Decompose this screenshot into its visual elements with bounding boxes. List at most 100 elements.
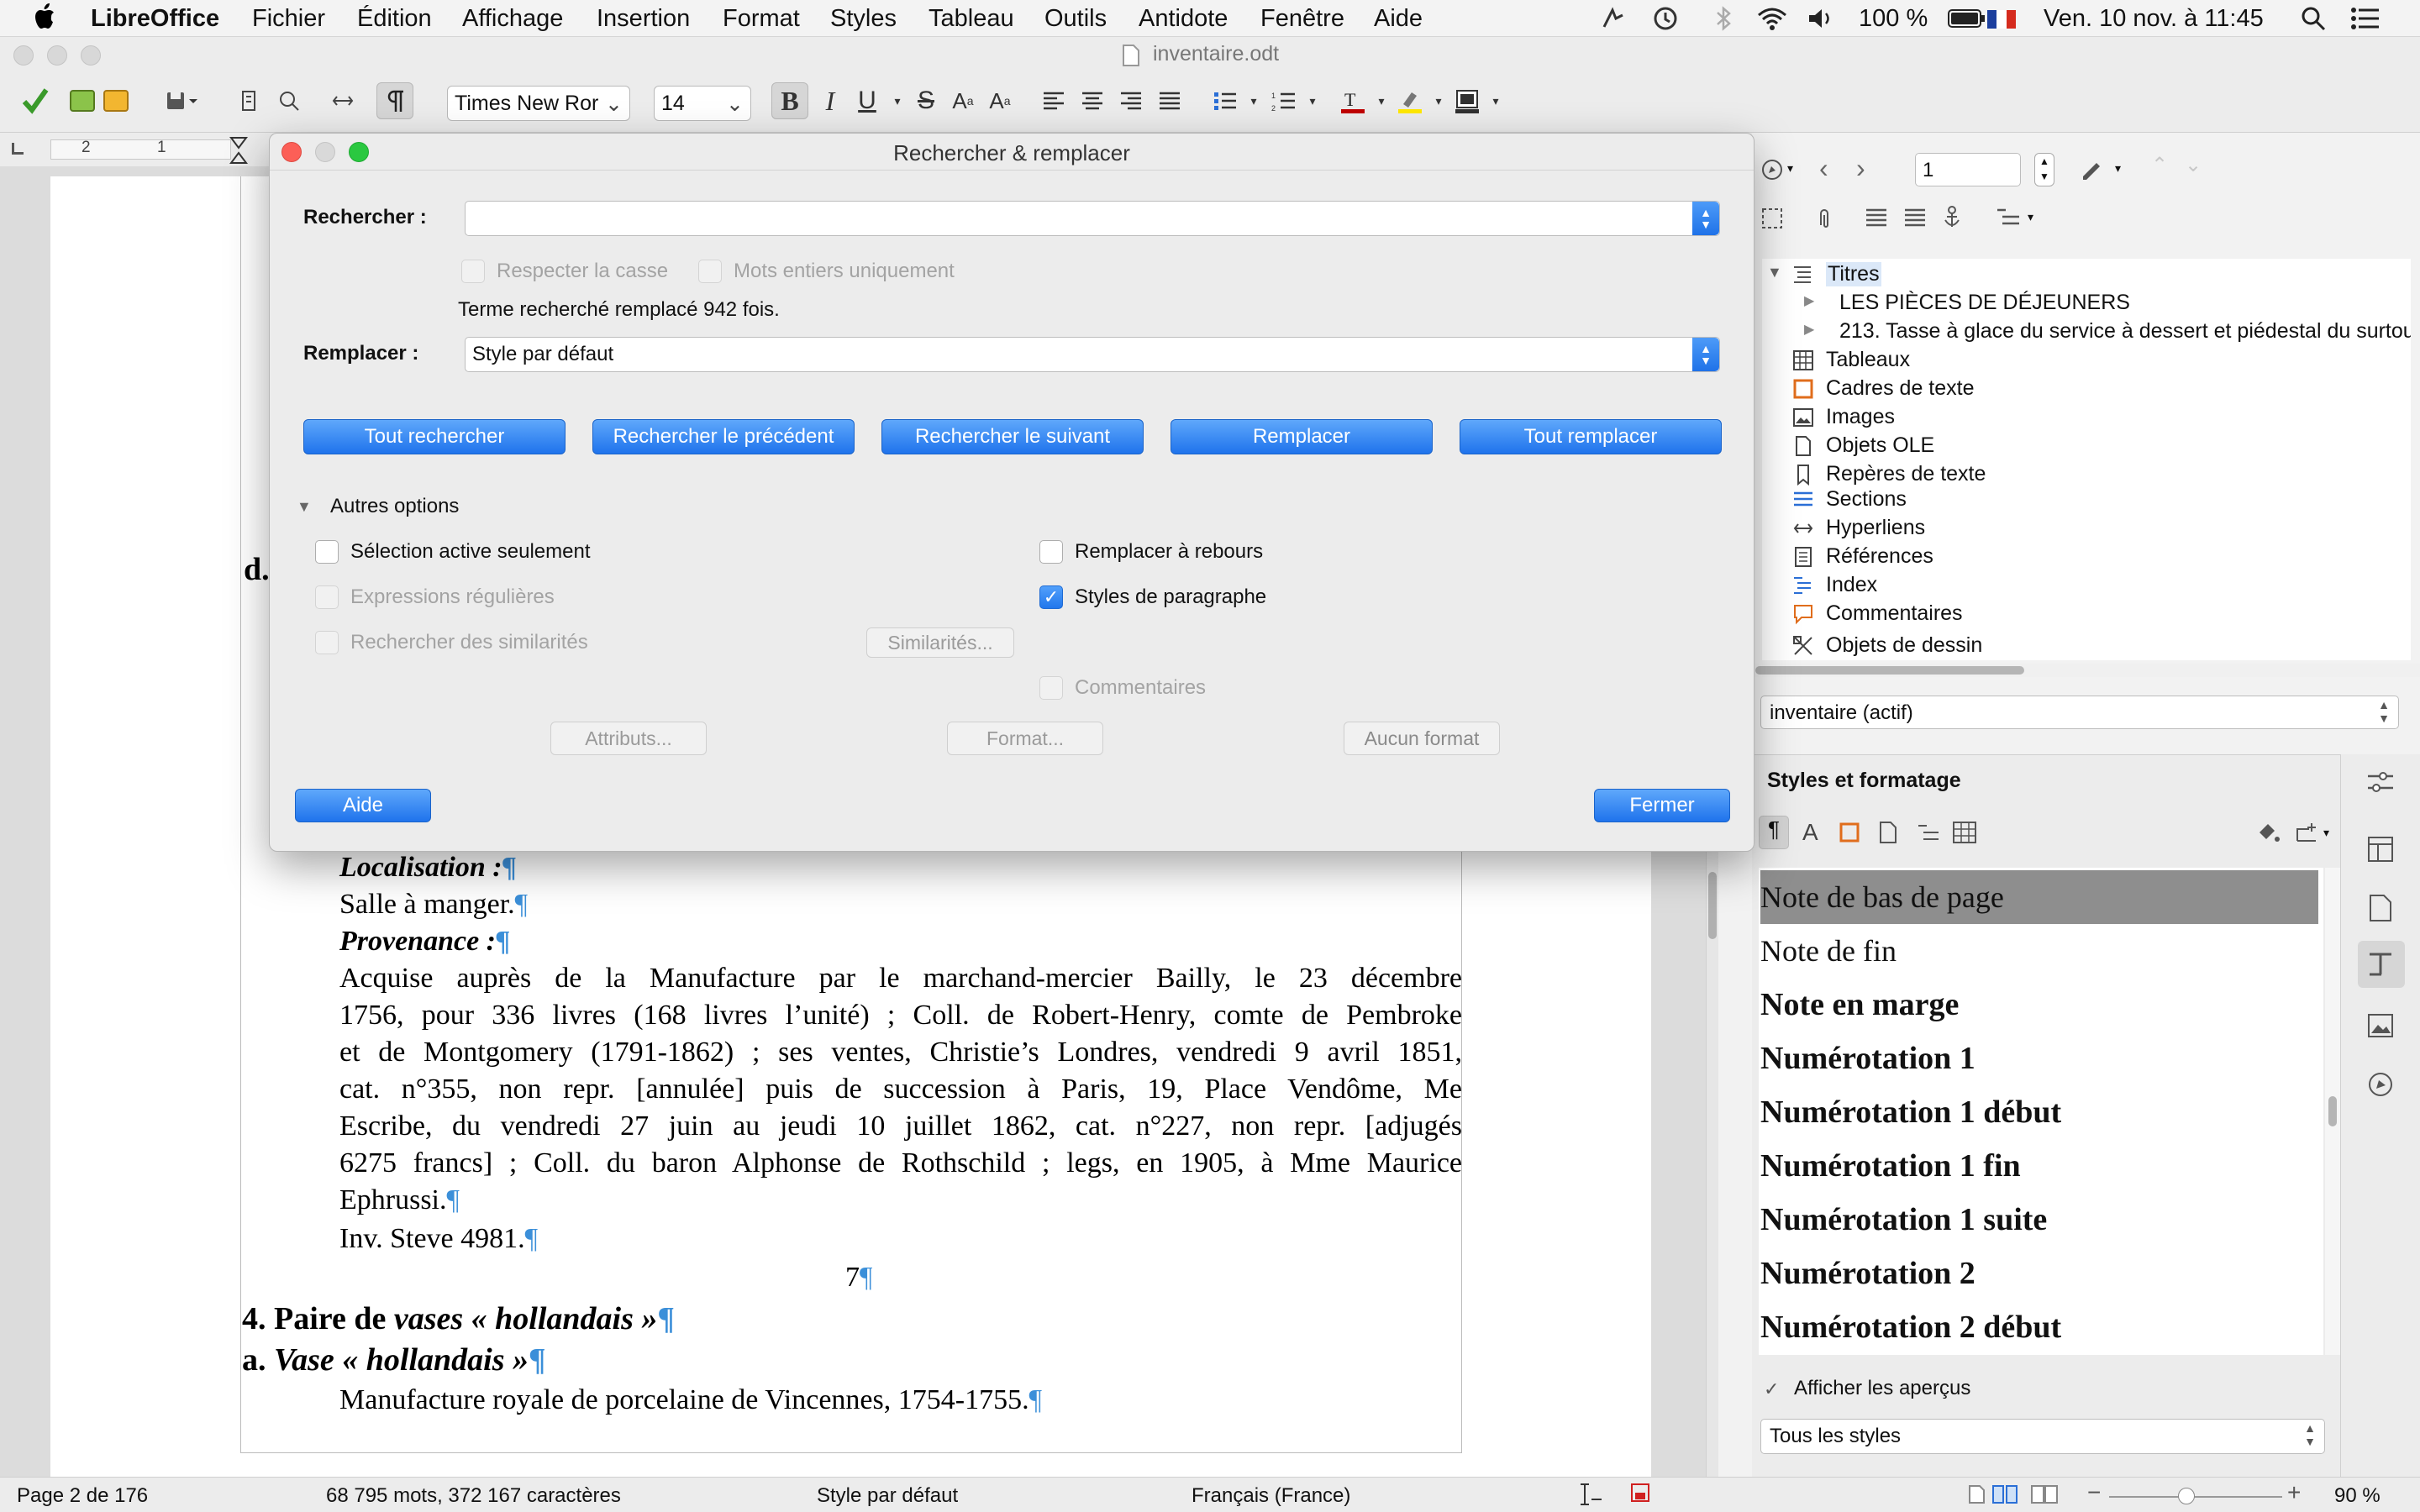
chevron-down-icon[interactable]: ⌄: [605, 92, 623, 117]
more-options-label[interactable]: Autres options: [330, 495, 459, 518]
horizontal-ruler[interactable]: 2 1: [50, 139, 231, 160]
replace-backwards-checkbox[interactable]: [1039, 540, 1063, 564]
attachment-icon[interactable]: [1814, 207, 1834, 230]
style-item[interactable]: Numérotation 1 début: [1760, 1085, 2315, 1139]
antidote-dictionary-icon[interactable]: [64, 82, 101, 119]
navigator-horizontal-scrollbar[interactable]: [1752, 664, 2420, 677]
italic-icon[interactable]: I: [812, 82, 849, 119]
expander-open-icon[interactable]: ▼: [1767, 264, 1782, 281]
tree-drawing-objects[interactable]: Objets de dessin: [1792, 633, 1982, 658]
edit-dropdown-icon[interactable]: ▾: [2115, 161, 2121, 176]
chevron-updown-icon[interactable]: ▲ ▼: [2304, 1421, 2316, 1448]
frame-styles-icon[interactable]: [1839, 822, 1860, 843]
menu-antidote[interactable]: Antidote: [1139, 5, 1228, 33]
content-navigation-icon[interactable]: [1760, 207, 1784, 230]
menu-aide[interactable]: Aide: [1374, 5, 1423, 33]
flag-fr-icon[interactable]: [1987, 10, 2016, 29]
style-item-selected[interactable]: Note de bas de page: [1760, 870, 2318, 924]
style-item[interactable]: Note de fin: [1760, 924, 2315, 978]
comments-checkbox[interactable]: [1039, 676, 1063, 700]
align-left-icon[interactable]: [1035, 82, 1072, 119]
expander-closed-icon[interactable]: ▶: [1804, 321, 1814, 338]
chevron-down-icon[interactable]: ⌄: [726, 92, 744, 117]
style-item[interactable]: Note en marge: [1760, 978, 2315, 1032]
regex-checkbox[interactable]: [315, 585, 339, 609]
window-close-button[interactable]: [13, 45, 34, 66]
tree-heading-item[interactable]: LES PIÈCES DE DÉJEUNERS: [1839, 291, 2130, 315]
navigator-tree-last[interactable]: Objets de dessin: [1762, 630, 2411, 660]
clock[interactable]: Ven. 10 nov. à 11:45: [2044, 5, 2264, 33]
similarity-checkbox[interactable]: [315, 631, 339, 654]
justify-icon[interactable]: [1151, 82, 1188, 119]
navigate-by-icon[interactable]: [1760, 158, 1784, 181]
notification-center-icon[interactable]: [2350, 7, 2381, 30]
style-item[interactable]: Numérotation 2 début: [1760, 1300, 2315, 1354]
tree-indexes[interactable]: Index: [1792, 573, 1877, 597]
menu-edition[interactable]: Édition: [357, 5, 432, 33]
next-icon[interactable]: ›: [1856, 153, 1865, 184]
insert-field-icon[interactable]: [324, 82, 361, 119]
tree-sections[interactable]: Sections: [1792, 487, 1907, 512]
replace-combobox[interactable]: Style par défaut ▲ ▼: [465, 337, 1720, 372]
navigator-tree-continued[interactable]: Sections Hyperliens Références Index Com…: [1762, 487, 2411, 630]
style-item[interactable]: Numérotation 1: [1760, 1032, 2315, 1085]
menu-styles[interactable]: Styles: [830, 5, 897, 33]
zoom-out-button[interactable]: −: [2087, 1479, 2101, 1506]
edit-pen-icon[interactable]: [2080, 158, 2105, 181]
window-minimize-button[interactable]: [47, 45, 67, 66]
page-deck-icon[interactable]: [2368, 894, 2393, 922]
paragraph-styles-checkbox[interactable]: ✓: [1039, 585, 1063, 609]
antidote-corrector-icon[interactable]: [17, 82, 54, 119]
zoom-level[interactable]: 90 %: [2334, 1484, 2381, 1508]
align-center-icon[interactable]: [1074, 82, 1111, 119]
styles-list-scrollbar[interactable]: [2325, 868, 2340, 1355]
paragraph-styles-icon[interactable]: ¶: [1759, 816, 1789, 849]
document-modified-icon[interactable]: [1630, 1483, 1650, 1503]
spotlight-search-icon[interactable]: [2300, 5, 2327, 32]
new-style-from-selection-icon[interactable]: [2295, 821, 2320, 844]
page-spin-button[interactable]: ▲ ▼: [2034, 153, 2054, 186]
previous-icon[interactable]: ‹: [1819, 153, 1828, 184]
demote-chapter-icon[interactable]: ⌄: [2185, 153, 2202, 177]
expander-open-icon[interactable]: ▼: [297, 498, 312, 516]
shading-dropdown-icon[interactable]: ▾: [1477, 82, 1514, 119]
antidote-guide-icon[interactable]: [97, 82, 134, 119]
single-page-view-icon[interactable]: [1966, 1484, 1986, 1504]
heading-levels-icon[interactable]: [1996, 207, 2021, 228]
scrollbar-thumb[interactable]: [2328, 1096, 2337, 1126]
tree-root-headings[interactable]: Titres: [1792, 262, 1881, 286]
menu-fenetre[interactable]: Fenêtre: [1260, 5, 1344, 33]
expander-closed-icon[interactable]: ▶: [1804, 292, 1814, 309]
numbering-dropdown-icon[interactable]: ▾: [1294, 82, 1331, 119]
chevron-updown-icon[interactable]: ▲ ▼: [1692, 338, 1719, 371]
insert-mode-icon[interactable]: [1578, 1483, 1603, 1506]
chevron-updown-icon[interactable]: ▲ ▼: [1692, 202, 1719, 235]
chevron-updown-icon[interactable]: ▲ ▼: [2378, 698, 2390, 725]
style-item[interactable]: Numérotation 2: [1760, 1247, 2315, 1300]
find-next-button[interactable]: Rechercher le suivant: [881, 419, 1144, 454]
page-number-field[interactable]: 1: [1915, 153, 2021, 186]
tree-heading-item[interactable]: 213. Tasse à glace du service à dessert …: [1839, 319, 2411, 344]
tree-comments[interactable]: Commentaires: [1792, 601, 1963, 626]
tree-hyperlinks[interactable]: Hyperliens: [1792, 516, 1925, 540]
wifi-icon[interactable]: [1756, 5, 1788, 32]
tree-images[interactable]: Images: [1792, 405, 1895, 429]
list-box-icon[interactable]: [1865, 207, 1888, 228]
gallery-deck-icon[interactable]: [2366, 1011, 2395, 1040]
formatting-marks-icon[interactable]: [376, 82, 413, 119]
tree-ole-objects[interactable]: Objets OLE: [1792, 433, 1934, 458]
style-item[interactable]: Numérotation 1 suite: [1760, 1193, 2315, 1247]
style-filter-select[interactable]: Tous les styles ▲ ▼: [1760, 1419, 2325, 1454]
script-icon[interactable]: [1601, 7, 1626, 30]
page-style[interactable]: Style par défaut: [817, 1484, 958, 1508]
word-count[interactable]: 68 795 mots, 372 167 caractères: [326, 1484, 621, 1508]
menu-app-name[interactable]: LibreOffice: [91, 5, 219, 33]
table-styles-icon[interactable]: [1952, 821, 1977, 844]
replace-button[interactable]: Remplacer: [1171, 419, 1433, 454]
menu-fichier[interactable]: Fichier: [252, 5, 325, 33]
bold-icon[interactable]: B: [771, 82, 808, 119]
apple-icon[interactable]: [34, 2, 59, 30]
attributes-button[interactable]: Attributs...: [550, 722, 707, 755]
page-styles-icon[interactable]: [1878, 821, 1898, 844]
zoom-slider[interactable]: [2109, 1496, 2282, 1498]
